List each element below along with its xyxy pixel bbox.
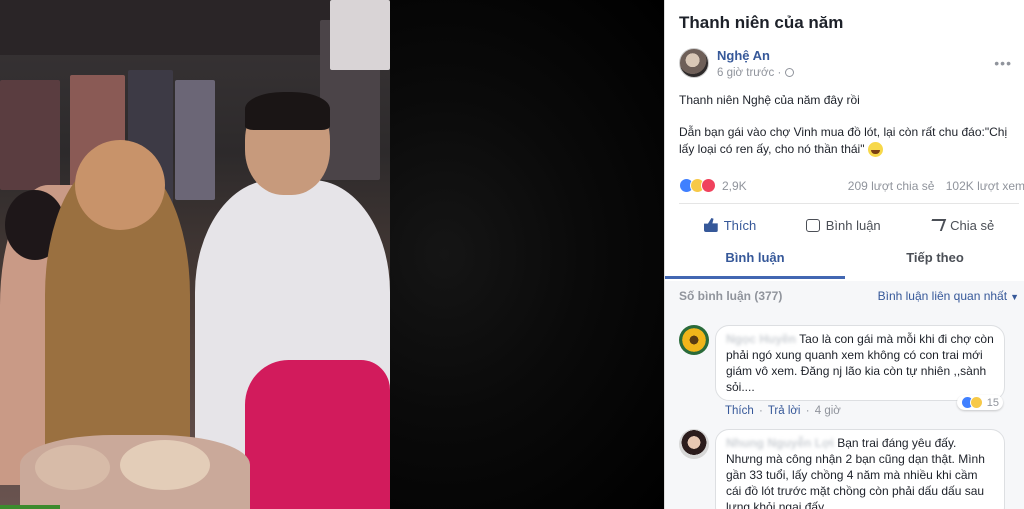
comments-section: Số bình luận (377) Bình luận liên quan n… [665,281,1024,509]
comments-sort-label: Bình luận liên quan nhất [877,289,1008,303]
post-actions: Thích Bình luận Chia sẻ [679,210,1019,240]
comment-bubble: Ngọc Huyền Tao là con gái mà mỗi khi đi … [715,325,1005,401]
post-author: Nghệ An 6 giờ trước · [679,45,795,81]
video-player[interactable] [0,0,664,509]
post-stats: 209 lượt chia sẻ 102K lượt xem [848,179,1024,193]
laughing-emoji-icon [867,142,883,158]
author-name[interactable]: Nghệ An [717,48,794,63]
post-text-line2-body: Dẫn bạn gái vào chợ Vinh mua đồ lót, lại… [679,125,1008,156]
separator-dot: · [805,405,810,417]
tab-comments[interactable]: Bình luận [665,245,845,279]
comments-header: Số bình luận (377) Bình luận liên quan n… [679,289,1019,303]
comments-count: Số bình luận (377) [679,289,783,303]
comment-meta: Thích · Trả lời · 4 giờ [725,405,841,417]
comments-sort-dropdown[interactable]: Bình luận liên quan nhất ▼ [878,289,1019,303]
commenter-avatar[interactable] [679,429,709,459]
commenter-name[interactable]: Nhung Nguyễn Lợi [726,436,834,450]
like-button[interactable]: Thích [703,217,757,233]
haha-reaction-icon [969,396,983,409]
comment-bubble: Nhung Nguyễn Lợi Bạn trai đáng yêu đấy. … [715,429,1005,509]
thumbs-up-icon [703,218,718,232]
post-time-text: 6 giờ trước · [717,66,782,79]
panel-tabs: Bình luận Tiếp theo [665,245,1024,279]
divider [679,203,1019,204]
more-options-icon[interactable]: ••• [994,55,1012,71]
comment-reactions[interactable]: 15 [956,395,1003,410]
reaction-count[interactable]: 2,9K [722,179,747,193]
share-icon [927,219,947,231]
commenter-name[interactable]: Ngọc Huyền [726,332,796,346]
share-label: Chia sẻ [950,217,995,233]
share-button[interactable]: Chia sẻ [927,217,995,233]
tab-next[interactable]: Tiếp theo [845,245,1024,279]
globe-icon [785,68,795,77]
author-meta: Nghệ An 6 giờ trước · [717,48,795,79]
comment-reply-link[interactable]: Trả lời [768,405,801,417]
love-reaction-icon[interactable] [701,178,716,193]
view-count: 102K lượt xem [945,178,1024,193]
video-frame [0,0,390,509]
comment-reaction-count: 15 [986,396,999,409]
author-avatar[interactable] [679,48,709,78]
chevron-down-icon: ▼ [1010,292,1019,302]
like-label: Thích [723,217,757,233]
post-text-line2: Dẫn bạn gái vào chợ Vinh mua đồ lót, lại… [679,124,1019,158]
post-panel: Thanh niên của năm Nghệ An 6 giờ trước ·… [664,0,1024,509]
commenter-avatar[interactable] [679,325,709,355]
reaction-bar: 2,9K 209 lượt chia sẻ 102K lượt xem [679,178,1024,193]
comment-like-link[interactable]: Thích [725,405,754,417]
post-text: Thanh niên Nghệ của năm đây rồi Dẫn bạn … [679,92,1019,173]
video-letterbox [390,0,664,509]
post-text-line1: Thanh niên Nghệ của năm đây rồi [679,93,860,107]
post-time[interactable]: 6 giờ trước · [717,66,795,79]
comment-label: Bình luận [825,217,881,233]
comment-button[interactable]: Bình luận [805,217,881,233]
comment-icon [805,218,820,232]
share-count[interactable]: 209 lượt chia sẻ [848,179,935,193]
video-progress-bar[interactable] [0,505,60,509]
page-title: Thanh niên của năm [679,13,844,32]
comment-time[interactable]: 4 giờ [815,405,841,417]
separator-dot: · [758,405,763,417]
